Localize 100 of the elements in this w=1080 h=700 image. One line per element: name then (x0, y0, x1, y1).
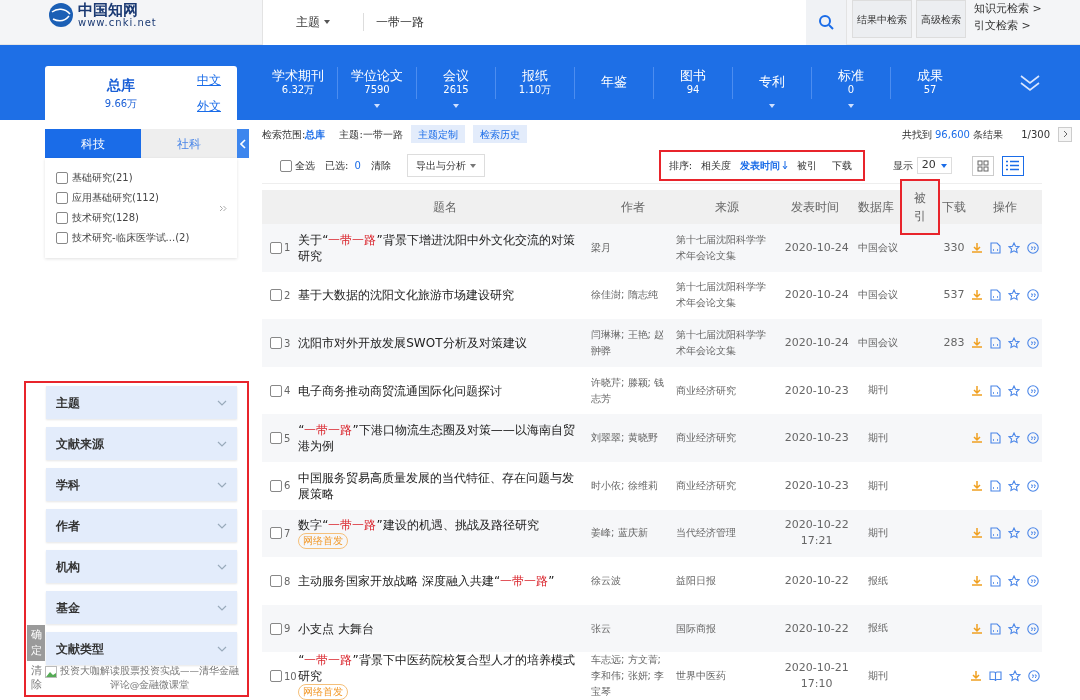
source-name[interactable]: 第十七届沈阳科学学术年会论文集 (676, 327, 774, 360)
filter-accordion[interactable]: 文献类型 (46, 632, 237, 665)
checkbox[interactable] (56, 191, 68, 204)
article-title-link[interactable]: 中国服务贸易高质量发展的当代特征、存在问题与发展策略 (298, 469, 577, 502)
subject-item-label[interactable]: 应用基础研究(112) (72, 190, 159, 205)
article-title-link[interactable]: 电子商务推动商贸流通国际化问题探讨 (298, 382, 577, 399)
checkbox[interactable] (270, 479, 282, 492)
checkbox[interactable] (270, 337, 282, 350)
source-name[interactable]: 世界中医药 (676, 668, 774, 685)
quote-icon[interactable] (1027, 527, 1040, 540)
star-icon[interactable] (1008, 241, 1021, 254)
database-tab[interactable]: 会议 2615 (417, 57, 495, 108)
sort-option[interactable]: 被引 (797, 158, 818, 174)
checkbox[interactable] (270, 575, 282, 587)
article-title-link[interactable]: 主动服务国家开放战略 深度融入共建“一带一路” (298, 573, 577, 589)
source-name[interactable]: 商业经济研究 (676, 430, 774, 447)
database-tab[interactable]: 学位论文 7590 (338, 57, 416, 108)
checkbox[interactable] (56, 211, 68, 224)
library-card[interactable]: 总库 9.66万 中文 外文 (45, 66, 237, 120)
star-icon[interactable] (1008, 527, 1021, 540)
author-names[interactable]: 闫琳琳; 王艳; 赵翀骅 (591, 327, 672, 360)
scope-button[interactable]: 主题定制 (410, 125, 465, 144)
language-link[interactable]: 外文 (197, 97, 221, 115)
article-title-link[interactable]: 沈阳市对外开放发展SWOT分析及对策建议 (298, 335, 577, 352)
search-option-button[interactable]: 高级检索 (916, 0, 966, 38)
select-all-label[interactable]: 全选 (295, 158, 315, 174)
checkbox[interactable] (270, 384, 282, 397)
download-icon[interactable] (971, 241, 984, 254)
article-title-link[interactable]: 关于“一带一路”背景下增进沈阳中外文化交流的对策研究 (298, 231, 577, 264)
next-page-button[interactable] (1058, 126, 1072, 142)
checkbox[interactable] (270, 432, 282, 445)
document-icon[interactable] (990, 527, 1002, 540)
quote-icon[interactable] (1027, 432, 1040, 445)
double-chevron-down-icon[interactable] (1019, 72, 1041, 93)
database-tab[interactable]: 年鉴 (575, 57, 653, 108)
database-tab[interactable]: 学术期刊 6.32万 (259, 57, 337, 108)
download-icon[interactable] (971, 384, 984, 397)
document-icon[interactable] (990, 432, 1002, 445)
source-name[interactable]: 第十七届沈阳科学学术年会论文集 (676, 279, 774, 312)
search-field[interactable]: 主题 一带一路 (262, 0, 847, 45)
quote-icon[interactable] (1027, 384, 1040, 397)
source-name[interactable]: 益阳日报 (676, 573, 774, 589)
author-names[interactable]: 刘翠翠; 黄晓野 (591, 430, 672, 447)
star-icon[interactable] (1008, 479, 1021, 492)
quote-icon[interactable] (1027, 479, 1040, 492)
document-icon[interactable] (990, 289, 1002, 302)
source-name[interactable]: 商业经济研究 (676, 477, 774, 494)
sort-option[interactable]: 相关度 (701, 158, 732, 174)
search-link[interactable]: 知识元检索 > (974, 0, 1042, 17)
article-title-link[interactable]: 基于大数据的沈阳文化旅游市场建设研究 (298, 287, 577, 304)
author-names[interactable]: 张云 (591, 620, 672, 637)
author-names[interactable]: 姜峰; 蓝庆新 (591, 525, 672, 542)
book-icon[interactable] (989, 670, 1003, 683)
page-size-dropdown[interactable]: 20 (916, 157, 952, 175)
checkbox[interactable] (270, 670, 282, 683)
author-names[interactable]: 徐云波 (591, 573, 672, 589)
source-name[interactable]: 第十七届沈阳科学学术年会论文集 (676, 231, 774, 264)
export-dropdown[interactable]: 导出与分析 (406, 154, 485, 178)
subject-item-label[interactable]: 技术研究-临床医学试...(2) (72, 230, 190, 245)
quote-icon[interactable] (1027, 289, 1040, 302)
search-button[interactable] (806, 0, 846, 45)
collapse-button[interactable] (237, 129, 249, 158)
quote-icon[interactable] (1027, 337, 1040, 350)
author-names[interactable]: 车志远; 方文菁; 李和伟; 张妍; 李宝琴 (591, 652, 672, 700)
download-icon[interactable] (971, 527, 984, 540)
document-icon[interactable] (990, 241, 1002, 254)
star-icon[interactable] (1008, 337, 1021, 350)
article-title-link[interactable]: 小支点 大舞台 (298, 620, 577, 637)
database-tab[interactable]: 标准 0 (812, 57, 890, 108)
document-icon[interactable] (990, 384, 1002, 397)
star-icon[interactable] (1008, 289, 1021, 302)
source-name[interactable]: 商业经济研究 (676, 382, 774, 399)
quote-icon[interactable] (1027, 622, 1040, 635)
language-link[interactable]: 中文 (197, 71, 221, 89)
author-names[interactable]: 时小依; 徐维莉 (591, 477, 672, 494)
search-field-selector[interactable]: 主题 (263, 13, 363, 31)
quote-icon[interactable] (1027, 241, 1040, 254)
quote-icon[interactable] (1027, 575, 1040, 587)
download-icon[interactable] (971, 432, 984, 445)
clear-button[interactable]: 清除 (370, 158, 391, 174)
source-name[interactable]: 国际商报 (676, 620, 774, 637)
clear-filters-button[interactable]: 清除 (27, 664, 45, 692)
double-chevron-right-icon[interactable] (219, 205, 227, 212)
download-icon[interactable] (971, 575, 984, 587)
document-icon[interactable] (990, 337, 1002, 350)
list-view-button[interactable] (1001, 155, 1024, 176)
filter-accordion[interactable]: 基金 (46, 591, 237, 624)
author-names[interactable]: 徐佳澍; 隋志纯 (591, 287, 672, 304)
checkbox[interactable] (270, 622, 282, 635)
database-tab[interactable]: 图书 94 (654, 57, 732, 108)
checkbox[interactable] (270, 289, 282, 302)
author-names[interactable]: 许晓芹; 滕颖; 钱志芳 (591, 374, 672, 407)
checkbox[interactable] (270, 527, 282, 540)
sort-option[interactable]: 下载 (832, 158, 853, 174)
star-icon[interactable] (1008, 384, 1021, 397)
star-icon[interactable] (1008, 432, 1021, 445)
search-link[interactable]: 引文检索 > (974, 17, 1042, 34)
star-icon[interactable] (1008, 575, 1021, 587)
subject-tab[interactable]: 科技 (45, 129, 141, 158)
download-icon[interactable] (971, 337, 984, 350)
